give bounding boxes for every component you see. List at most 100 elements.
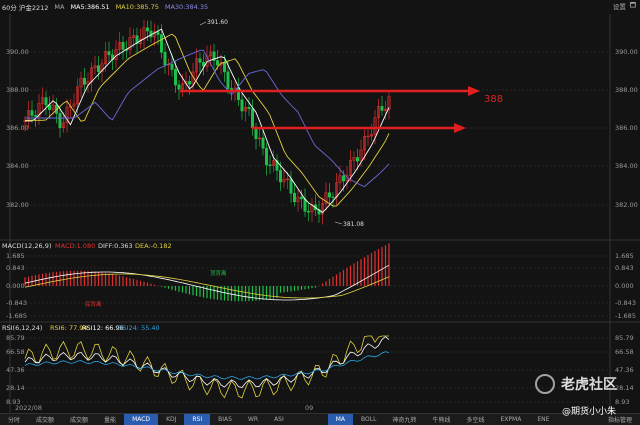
- candle-body: [355, 157, 359, 162]
- candle-body: [278, 170, 282, 183]
- watermark-brand: 老虎社区: [561, 377, 617, 393]
- rsi-tick-left: 85.79: [6, 334, 25, 342]
- tab-indicator-8[interactable]: WR: [240, 414, 266, 425]
- top-right-controls: 设置 🗖: [613, 1, 636, 12]
- target-label: 388: [484, 94, 503, 105]
- tab-overlay-3[interactable]: 牛熊线: [424, 414, 458, 425]
- tab-indicator-5[interactable]: KDJ: [158, 414, 184, 425]
- tab-indicator-3[interactable]: 量能: [96, 414, 124, 425]
- tab-indicator-2[interactable]: 成交额: [62, 414, 96, 425]
- macd-tick-left: 0.000: [6, 282, 25, 290]
- price-tick-left: 384.00: [6, 162, 29, 170]
- price-tick-left: 382.00: [6, 201, 29, 209]
- tiger-logo-icon: [535, 374, 555, 394]
- tab-overlay-1[interactable]: BOLL: [353, 414, 384, 425]
- tab-indicator-6[interactable]: RSI: [184, 414, 211, 425]
- candle-body: [254, 127, 258, 140]
- candle-body: [247, 107, 251, 110]
- macd-tick-left: -1.685: [6, 312, 27, 320]
- symbol-label: 60分 沪金2212: [2, 3, 49, 12]
- tab-overlay-4[interactable]: 多空线: [458, 414, 492, 425]
- macd-tick: 0.000: [615, 282, 634, 290]
- candle-body: [289, 178, 293, 194]
- candle-body: [177, 84, 181, 90]
- macd-tick: 1.685: [615, 252, 634, 260]
- macd-header: MACD(12,26,9): [2, 242, 51, 250]
- candle-body: [292, 192, 296, 203]
- macd-tick: -0.843: [615, 299, 636, 307]
- tab-overlay-0[interactable]: MA: [327, 414, 354, 425]
- rsi-tick-left: 28.14: [6, 384, 25, 392]
- price-tick: 384.00: [615, 162, 638, 170]
- window-icon[interactable]: 🗖: [630, 1, 636, 12]
- price-header: 60分 沪金2212 MA MA5:386.51 MA10:385.75 MA3…: [0, 1, 640, 12]
- candle-body: [107, 51, 111, 56]
- macd-macd_val: MACD:1.080: [55, 242, 95, 250]
- candle-body: [216, 60, 220, 66]
- macd-diff: DIFF:0.363: [98, 242, 133, 250]
- candle-body: [170, 63, 174, 70]
- price-tick: 390.00: [615, 48, 638, 56]
- price-tick-left: 390.00: [6, 48, 29, 56]
- tab-overlay-5[interactable]: EXPMA: [493, 414, 530, 425]
- low-label: 381.08: [343, 221, 364, 228]
- tab-indicator-0[interactable]: 分时: [0, 414, 28, 425]
- watermark-user: @期货小小朱: [562, 407, 617, 417]
- indicator-label: MA: [54, 2, 65, 11]
- tab-indicator-9[interactable]: ASI: [266, 414, 292, 425]
- price-tick: 388.00: [615, 86, 638, 94]
- price-tick-left: 388.00: [6, 86, 29, 94]
- candle-body: [261, 137, 265, 149]
- candle-body: [174, 69, 178, 86]
- chart-canvas[interactable]: 390.00390.00388.00388.00386.00386.00384.…: [0, 0, 640, 425]
- bottom-tabbar: 分时 成交额 成交额 量能 MACD KDJ RSI BIAS WR ASI MA BOLL 神奇九转牛…: [0, 413, 640, 425]
- tab-indicator-1[interactable]: 成交额: [28, 414, 62, 425]
- candle-body: [341, 175, 345, 182]
- candle-body: [146, 27, 150, 32]
- candle-body: [306, 211, 310, 213]
- candle-body: [226, 71, 230, 89]
- target-arrow-head-388: [468, 86, 480, 96]
- high-label: 391.60: [207, 19, 228, 26]
- candle-body: [264, 147, 268, 166]
- candle-body: [160, 34, 164, 53]
- rsi-header: RSI(6,12,24): [2, 324, 42, 332]
- settings-button[interactable]: 设置: [613, 1, 626, 12]
- candle-body: [121, 41, 125, 50]
- macd-tag-top-divergence: 顶背离: [210, 269, 227, 277]
- candle-body: [299, 196, 303, 200]
- ma10-label: MA10:385.75: [115, 2, 159, 11]
- tab-overlay-2[interactable]: 神奇九转: [384, 414, 424, 425]
- candle-body: [156, 31, 160, 35]
- ma5-label: MA5:386.51: [70, 2, 110, 11]
- tab-indicator-7[interactable]: BIAS: [210, 414, 240, 425]
- rsi-tick: 47.36: [615, 366, 634, 374]
- support-arrow-head: [454, 123, 466, 133]
- candle-body: [268, 164, 272, 166]
- candle-body: [380, 106, 384, 111]
- candle-body: [198, 58, 202, 63]
- tab-overlay-6[interactable]: ENE: [529, 414, 557, 425]
- low-marker: [334, 221, 343, 225]
- candle-body: [163, 51, 167, 66]
- rsi-tick: 8.93: [615, 398, 629, 406]
- macd-tick: -1.685: [615, 312, 636, 320]
- price-tick: 382.00: [615, 201, 638, 209]
- candle-body: [223, 61, 227, 73]
- candle-body: [327, 192, 331, 198]
- ma30-label: MA30:384.35: [164, 2, 209, 11]
- rsi-tick: 66.58: [615, 348, 634, 356]
- price-tick: 386.00: [615, 124, 638, 132]
- tab-indicator-4[interactable]: MACD: [124, 414, 159, 425]
- macd-tick-left: 1.685: [6, 252, 25, 260]
- macd-tick: 0.843: [615, 264, 634, 272]
- candle-body: [44, 97, 48, 106]
- rsi24-line: [24, 351, 390, 380]
- candle-body: [33, 115, 37, 117]
- watermark: 老虎社区: [535, 374, 617, 394]
- macd-tick-left: 0.843: [6, 264, 25, 272]
- rsi-tick-left: 47.36: [6, 366, 25, 374]
- x-label-left: 2022/08: [15, 404, 42, 412]
- candle-body: [58, 113, 62, 129]
- candle-body: [331, 196, 335, 199]
